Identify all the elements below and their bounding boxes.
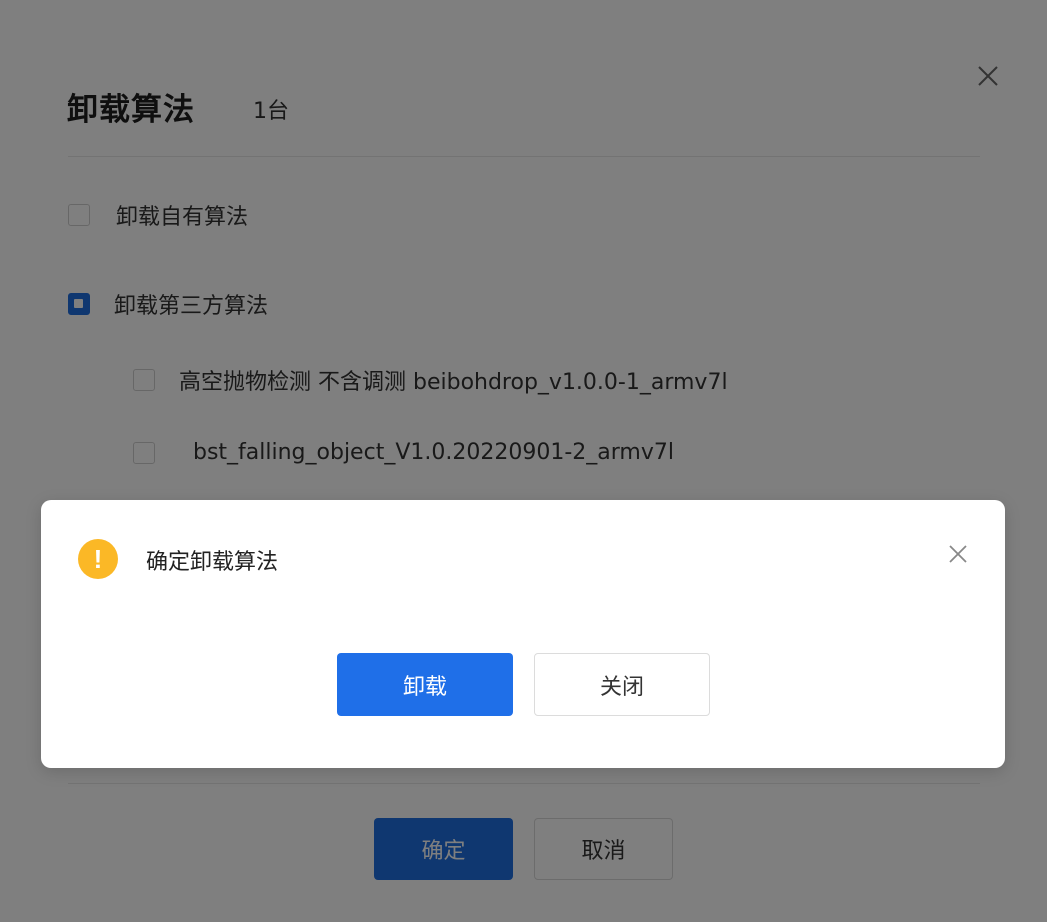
- uninstall-button[interactable]: 卸载: [337, 653, 513, 716]
- close-button[interactable]: 关闭: [534, 653, 710, 716]
- modal-mask[interactable]: [0, 0, 1047, 922]
- warning-icon: !: [78, 539, 118, 579]
- confirm-dialog: ! 确定卸载算法 卸载 关闭: [41, 500, 1005, 768]
- close-icon[interactable]: [947, 543, 969, 565]
- dialog-title: 确定卸载算法: [146, 550, 279, 575]
